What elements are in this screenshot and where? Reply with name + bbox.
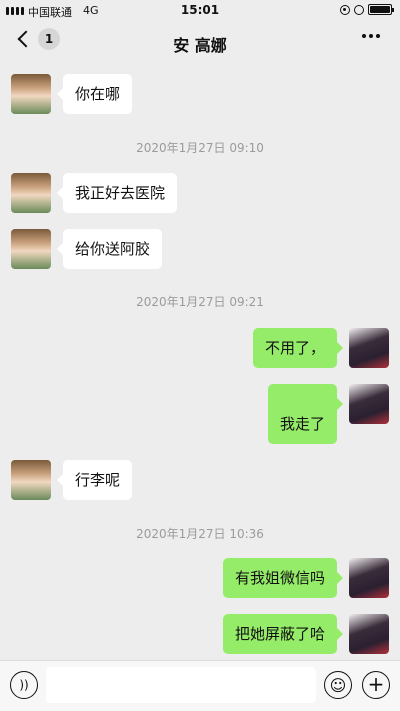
message-input[interactable] [46,667,316,703]
plus-icon: + [367,672,385,696]
more-icon [362,34,366,38]
input-bar: )) ☺ + [0,660,400,711]
message-bubble-received[interactable]: 我正好去医院 [56,173,178,213]
status-icons [340,4,394,15]
chat-title: 安 高娜 [173,36,227,55]
message-timestamp: 2020年1月27日 10:36 [136,527,264,541]
voice-button[interactable]: )) [10,671,38,699]
voice-icon: )) [19,678,29,692]
battery-icon [368,4,394,15]
message-bubble-received[interactable]: 你在哪 [56,74,133,114]
message-bubble-sent[interactable]: 不用了， [252,328,344,368]
chat-header: 1 安 高娜 [0,22,400,62]
more-button[interactable] [362,34,380,38]
message-bubble-sent[interactable]: 有我姐微信吗 [222,558,344,598]
contact-avatar[interactable] [11,229,51,269]
message-bubble-received[interactable]: 给你送阿胶 [56,229,163,269]
emoji-icon: ☺ [329,675,347,695]
my-avatar[interactable] [349,384,389,424]
contact-avatar[interactable] [11,74,51,114]
message-bubble-sent[interactable]: 我走了 [267,384,344,444]
status-bar: 中国联通 4G 15:01 [0,0,400,22]
emoji-button[interactable]: ☺ [324,671,352,699]
contact-avatar[interactable] [11,173,51,213]
contact-avatar[interactable] [11,460,51,500]
my-avatar[interactable] [349,614,389,654]
message-bubble-received[interactable]: 行李呢 [56,460,133,500]
my-avatar[interactable] [349,558,389,598]
message-timestamp: 2020年1月27日 09:10 [136,141,264,155]
plus-button[interactable]: + [362,671,390,699]
alarm-icon [354,4,364,15]
lock-rotation-icon [340,4,350,15]
my-avatar[interactable] [349,328,389,368]
message-bubble-sent[interactable]: 把她屏蔽了哈 [222,614,344,654]
message-timestamp: 2020年1月27日 09:21 [136,295,264,309]
